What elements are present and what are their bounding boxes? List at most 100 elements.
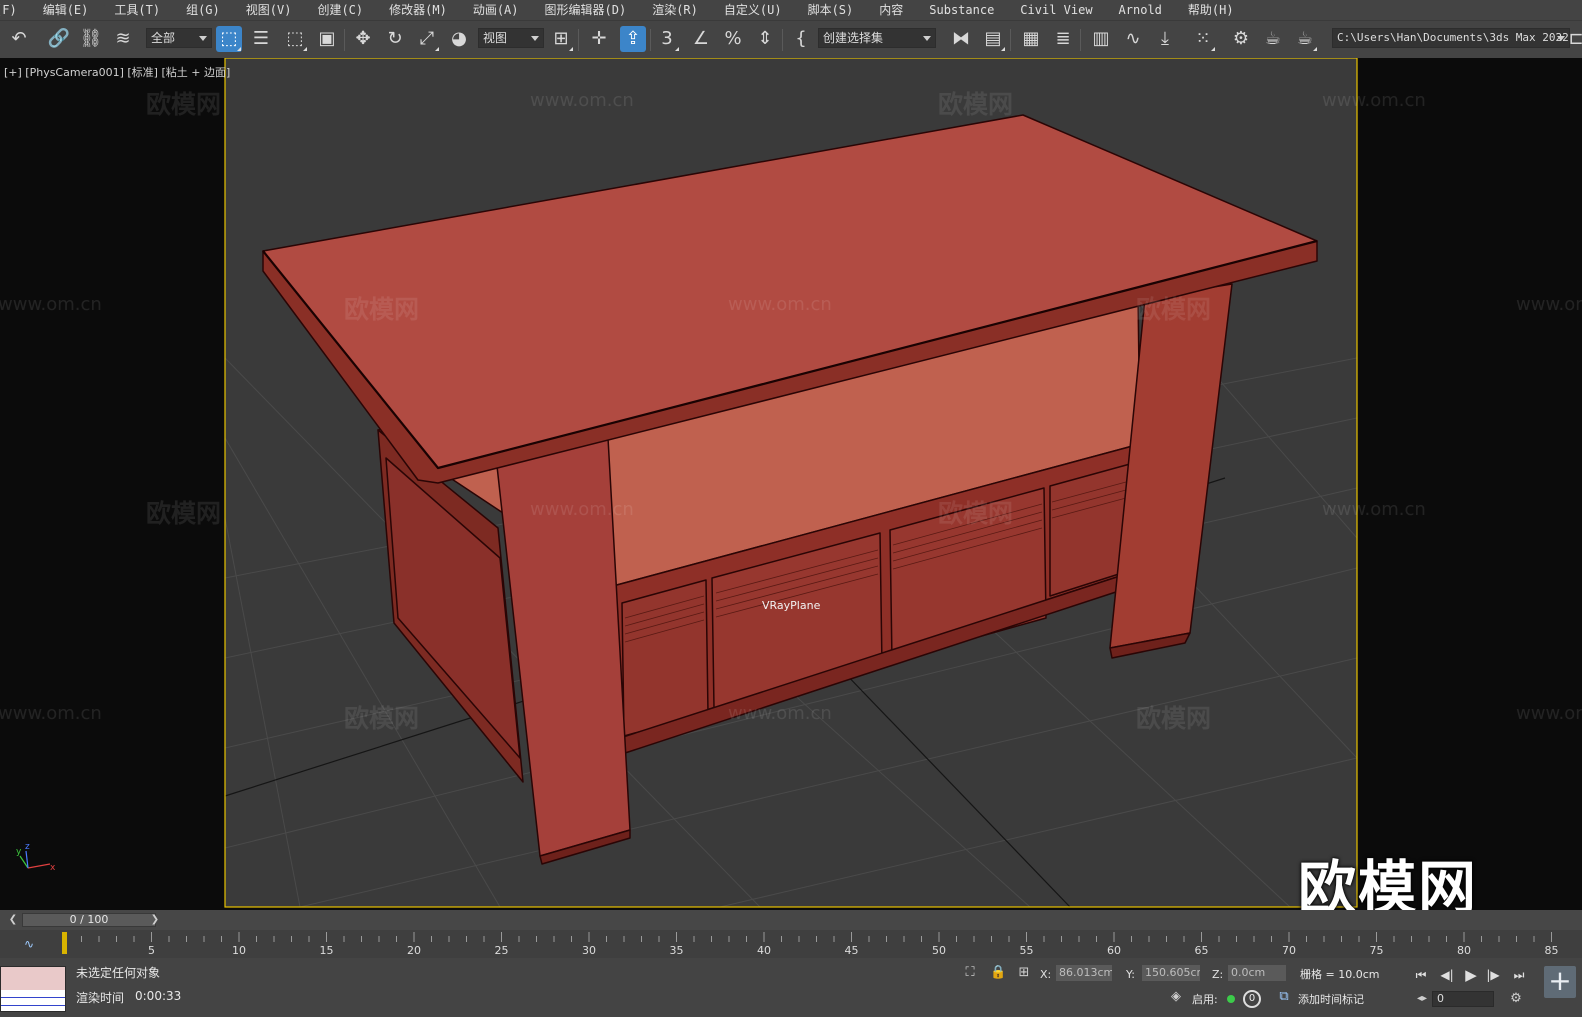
menu-arnold[interactable]: Arnold [1106,0,1175,20]
z-coord-label: Z: [1212,968,1224,981]
named-sets-icon[interactable]: { [788,26,814,52]
select-object-icon[interactable]: ⬚ [216,26,242,52]
key-mode-icon[interactable]: ◂▸ [1414,991,1430,1007]
toolbar-overflow-icon[interactable]: ⊏ [1568,26,1582,52]
project-path-dropdown[interactable]: C:\Users\Han\Documents\3ds Max 2022 [1332,28,1570,48]
ribbon-icon[interactable]: ▥ [1088,26,1114,52]
menu-views[interactable]: 视图(V) [233,0,305,20]
render-setup-icon[interactable]: ⚙ [1228,26,1254,52]
frame-tick-label: 75 [1369,944,1384,957]
menu-substance[interactable]: Substance [916,0,1007,20]
snap-toggle-icon[interactable]: 3 [654,26,680,52]
placement-icon[interactable]: ◕ [446,26,472,52]
bind-space-warp-icon[interactable]: ≋ [110,26,136,52]
go-to-start-icon[interactable]: ⏮ [1412,966,1430,984]
go-to-end-icon[interactable]: ⏭ [1510,966,1528,984]
percent-snap-icon[interactable]: % [720,26,746,52]
create-panel-button[interactable]: + [1544,966,1576,998]
x-coord-field[interactable]: 86.013cm [1056,965,1112,981]
ref-coord-value: 视图 [483,31,508,45]
current-frame-input[interactable]: 0 [1432,991,1494,1007]
select-by-name-icon[interactable]: ☰ [248,26,274,52]
shield-icon[interactable]: ◈ [1168,989,1184,1005]
menu-scripting[interactable]: 脚本(S) [795,0,867,20]
menu-edit[interactable]: 编辑(E) [30,0,102,20]
menu-rendering[interactable]: 渲染(R) [639,0,711,20]
maxscript-listener-mini[interactable] [0,966,66,1012]
toolbar-divider [782,29,783,51]
mini-curve-editor-icon[interactable]: ∿ [14,935,44,953]
layer-explorer-icon[interactable]: ≣ [1050,26,1076,52]
add-time-tag[interactable]: 添加时间标记 [1298,991,1364,1007]
y-coord-field[interactable]: 150.605cm [1142,965,1200,981]
render-production-icon[interactable]: ☕ [1292,26,1318,52]
rotate-icon[interactable]: ↻ [382,26,408,52]
unlink-icon[interactable]: ⛓ [78,26,104,52]
rect-selection-icon[interactable]: ⬚ [282,26,308,52]
enable-counter[interactable]: 0 [1243,990,1261,1008]
pivot-icon[interactable]: ⊞ [548,26,574,52]
menu-tools[interactable]: 工具(T) [101,0,173,20]
play-icon[interactable]: ▶ [1462,966,1480,984]
watermark-text: 欧模网 [344,295,420,324]
watermark-url: www.om.cn [530,90,634,111]
menu-modifiers[interactable]: 修改器(M) [376,0,460,20]
track-bar[interactable]: ∿ 5 10 15 20 25 30 35 40 45 50 55 60 65 70 75 80 85 [0,930,1582,958]
frame-tick-label: 35 [669,944,684,957]
selection-filter-dropdown[interactable]: 全部 [146,28,212,48]
rendered-frame-icon[interactable]: ☕ [1260,26,1286,52]
menu-create[interactable]: 创建(C) [304,0,376,20]
align-icon[interactable]: ▤ [980,26,1006,52]
chevron-right-icon[interactable]: ❯ [148,913,162,927]
isolate-selection-icon[interactable]: ⛶ [962,965,978,981]
move-icon[interactable]: ✥ [350,26,376,52]
watermark-text: 欧模网 [938,499,1014,528]
selection-set-dropdown[interactable]: 创建选择集 [818,28,936,48]
menu-content[interactable]: 内容 [866,0,916,20]
frame-tick-label: 65 [1194,944,1209,957]
watermark-text: 欧模网 [1136,704,1212,733]
perspective-viewport[interactable]: x y z [+] [PhysCamera001] [标准] [粘土 + 边面]… [0,58,1582,922]
previous-frame-icon[interactable]: ◀︎| [1438,966,1456,984]
menu-help[interactable]: 帮助(H) [1175,0,1247,20]
z-coord-field[interactable]: 0.0cm [1228,965,1286,981]
keyboard-shortcut-icon[interactable]: ⇪ [620,26,646,52]
schematic-view-icon[interactable]: ⤓ [1152,26,1178,52]
window-crossing-icon[interactable]: ▣ [314,26,340,52]
menu-customize[interactable]: 自定义(U) [711,0,795,20]
flyout-corner-icon [569,47,573,51]
time-tag-icon[interactable]: ⧉ [1276,989,1292,1005]
menu-civil-view[interactable]: Civil View [1007,0,1105,20]
watermark-url: www.om.cn [1322,499,1426,520]
time-config-icon[interactable]: ⚙ [1508,991,1524,1007]
undo-icon[interactable]: ↶ [6,26,32,52]
absolute-mode-icon[interactable]: ⊞ [1016,965,1032,981]
material-editor-icon[interactable]: ⁙ [1190,26,1216,52]
angle-snap-icon[interactable]: ∠ [688,26,714,52]
curve-editor-icon[interactable]: ∿ [1120,26,1146,52]
lock-selection-icon[interactable]: 🔒 [990,965,1006,981]
menu-file[interactable]: (F) [0,0,30,20]
link-icon[interactable]: 🔗 [46,26,72,52]
spinner-snap-icon[interactable]: ⇕ [752,26,778,52]
next-frame-icon[interactable]: |▶︎ [1484,966,1502,984]
watermark-url: www.om.cn [1516,294,1582,315]
frame-tick-label: 55 [1019,944,1034,957]
menu-graph-editors[interactable]: 图形编辑器(D) [532,0,640,20]
scene-explorer-icon[interactable]: ▦ [1018,26,1044,52]
mirror-icon[interactable]: ⧓ [948,26,974,52]
menu-animation[interactable]: 动画(A) [460,0,532,20]
watermark-text: 欧模网 [344,704,420,733]
scale-icon[interactable]: ⤢ [414,26,440,52]
watermark-url: www.om.cn [728,294,832,315]
viewport-label-menu[interactable]: [+] [PhysCamera001] [标准] [粘土 + 边面] [4,64,230,80]
select-manipulate-icon[interactable]: ✛ [586,26,612,52]
chevron-left-icon[interactable]: ❮ [6,913,20,927]
time-slider[interactable]: 0 / 100 [22,913,156,927]
frame-tick-label: 20 [407,944,421,957]
menu-group[interactable]: 组(G) [173,0,233,20]
chevron-down-icon [923,36,931,41]
viewport-canvas: x y z [16,58,1358,908]
chevron-down-icon [1557,36,1565,41]
ref-coord-dropdown[interactable]: 视图 [478,28,544,48]
